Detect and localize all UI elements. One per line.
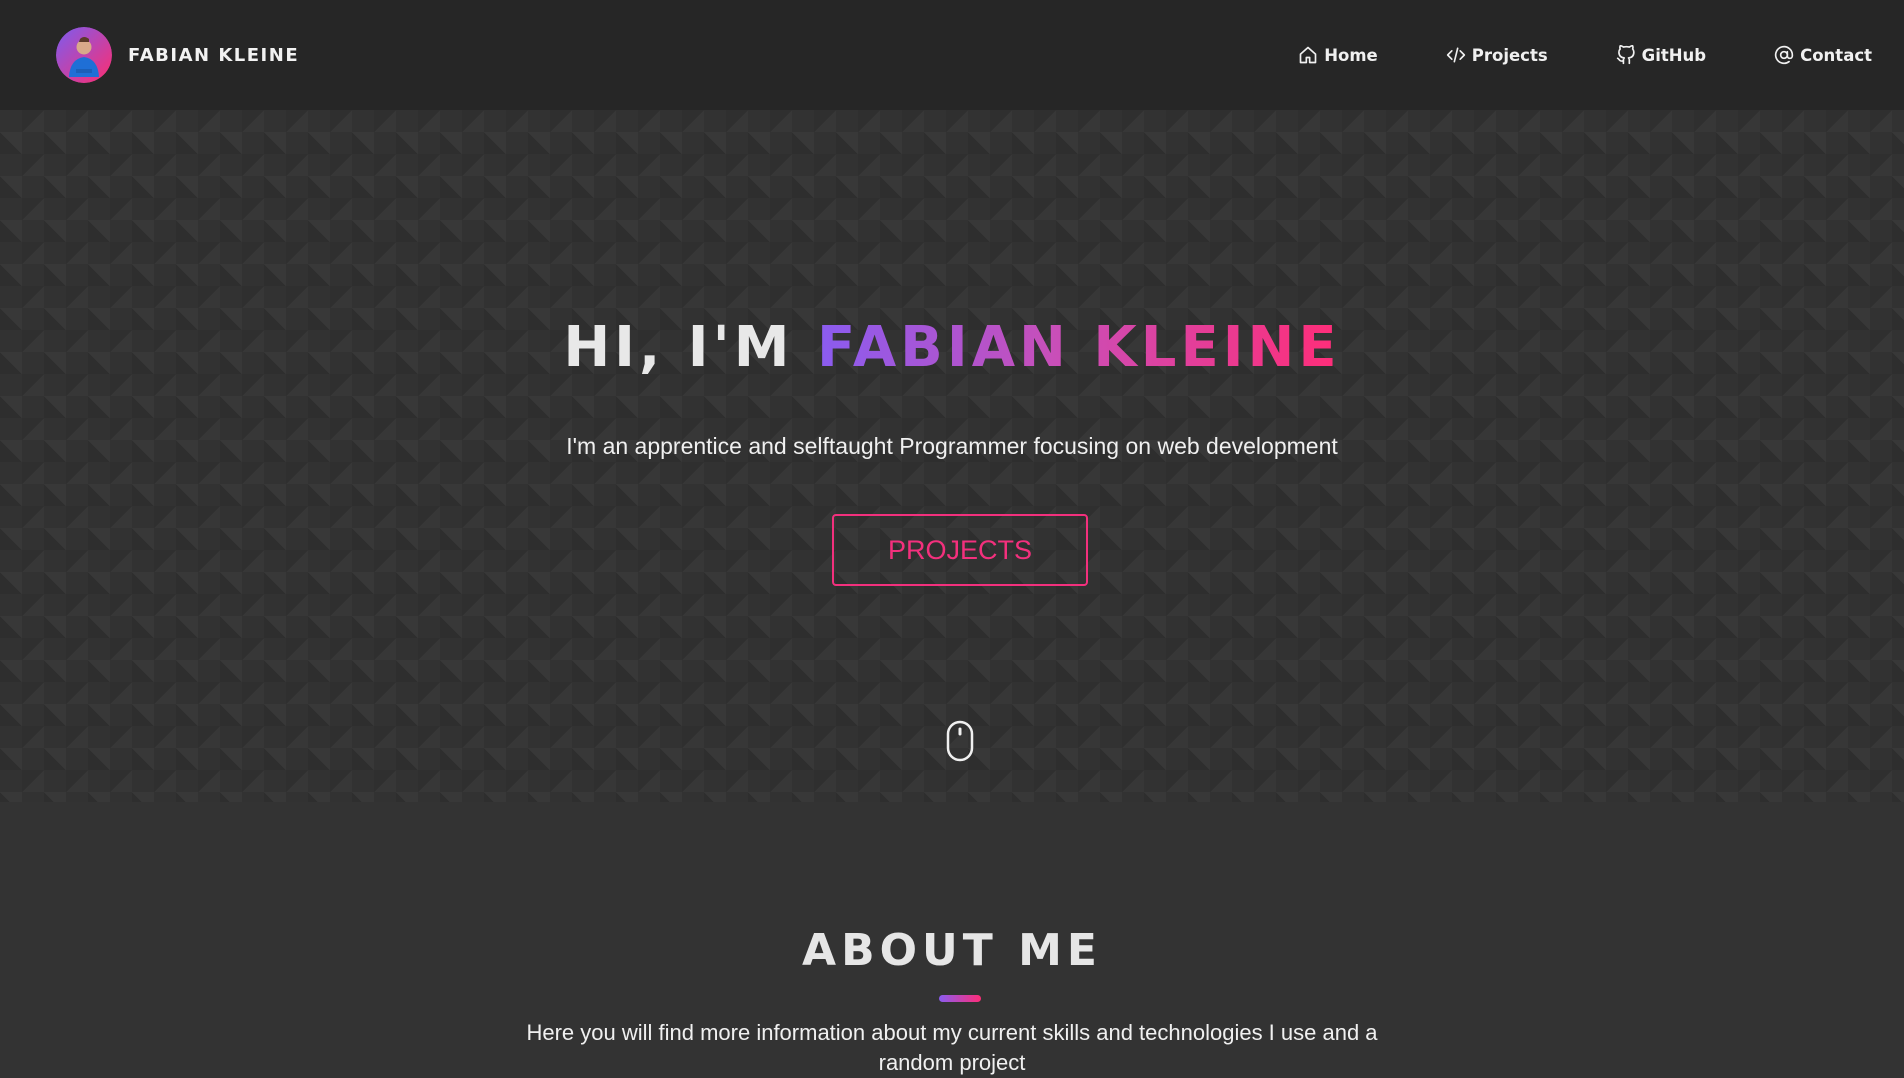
site-header: FABIAN KLEINE Home Projects GitHub Conta… <box>0 0 1904 110</box>
nav-projects-label: Projects <box>1471 45 1548 65</box>
main-nav: Home Projects GitHub Contact <box>1230 45 1872 65</box>
nav-contact-label: Contact <box>1800 45 1872 65</box>
hero-section: HI, I'M FABIAN KLEINE I'm an apprentice … <box>0 110 1904 802</box>
about-title-underline <box>939 995 981 1002</box>
hero-subtitle: I'm an apprentice and selftaught Program… <box>566 433 1338 459</box>
brand[interactable]: FABIAN KLEINE <box>56 27 299 83</box>
code-icon <box>1446 45 1466 65</box>
mouse-icon[interactable] <box>946 720 974 762</box>
hero-title-name: FABIAN KLEINE <box>817 315 1341 380</box>
home-icon <box>1298 45 1318 65</box>
about-section: ABOUT ME Here you will find more informa… <box>0 802 1904 1075</box>
about-text: Here you will find more information abou… <box>526 1020 1378 1075</box>
nav-home-label: Home <box>1324 45 1378 65</box>
about-title: ABOUT ME <box>802 925 1102 976</box>
nav-contact[interactable]: Contact <box>1774 45 1872 65</box>
projects-button[interactable]: PROJECTS <box>832 514 1088 586</box>
nav-projects[interactable]: Projects <box>1446 45 1548 65</box>
at-icon <box>1774 45 1794 65</box>
nav-home[interactable]: Home <box>1298 45 1378 65</box>
nav-github[interactable]: GitHub <box>1616 45 1706 65</box>
brand-name: FABIAN KLEINE <box>128 44 300 66</box>
hero-title-prefix: HI, I'M <box>563 315 817 380</box>
hero-title: HI, I'M FABIAN KLEINE <box>0 320 1904 376</box>
avatar <box>56 27 112 83</box>
github-icon <box>1616 45 1636 65</box>
nav-github-label: GitHub <box>1641 45 1707 65</box>
